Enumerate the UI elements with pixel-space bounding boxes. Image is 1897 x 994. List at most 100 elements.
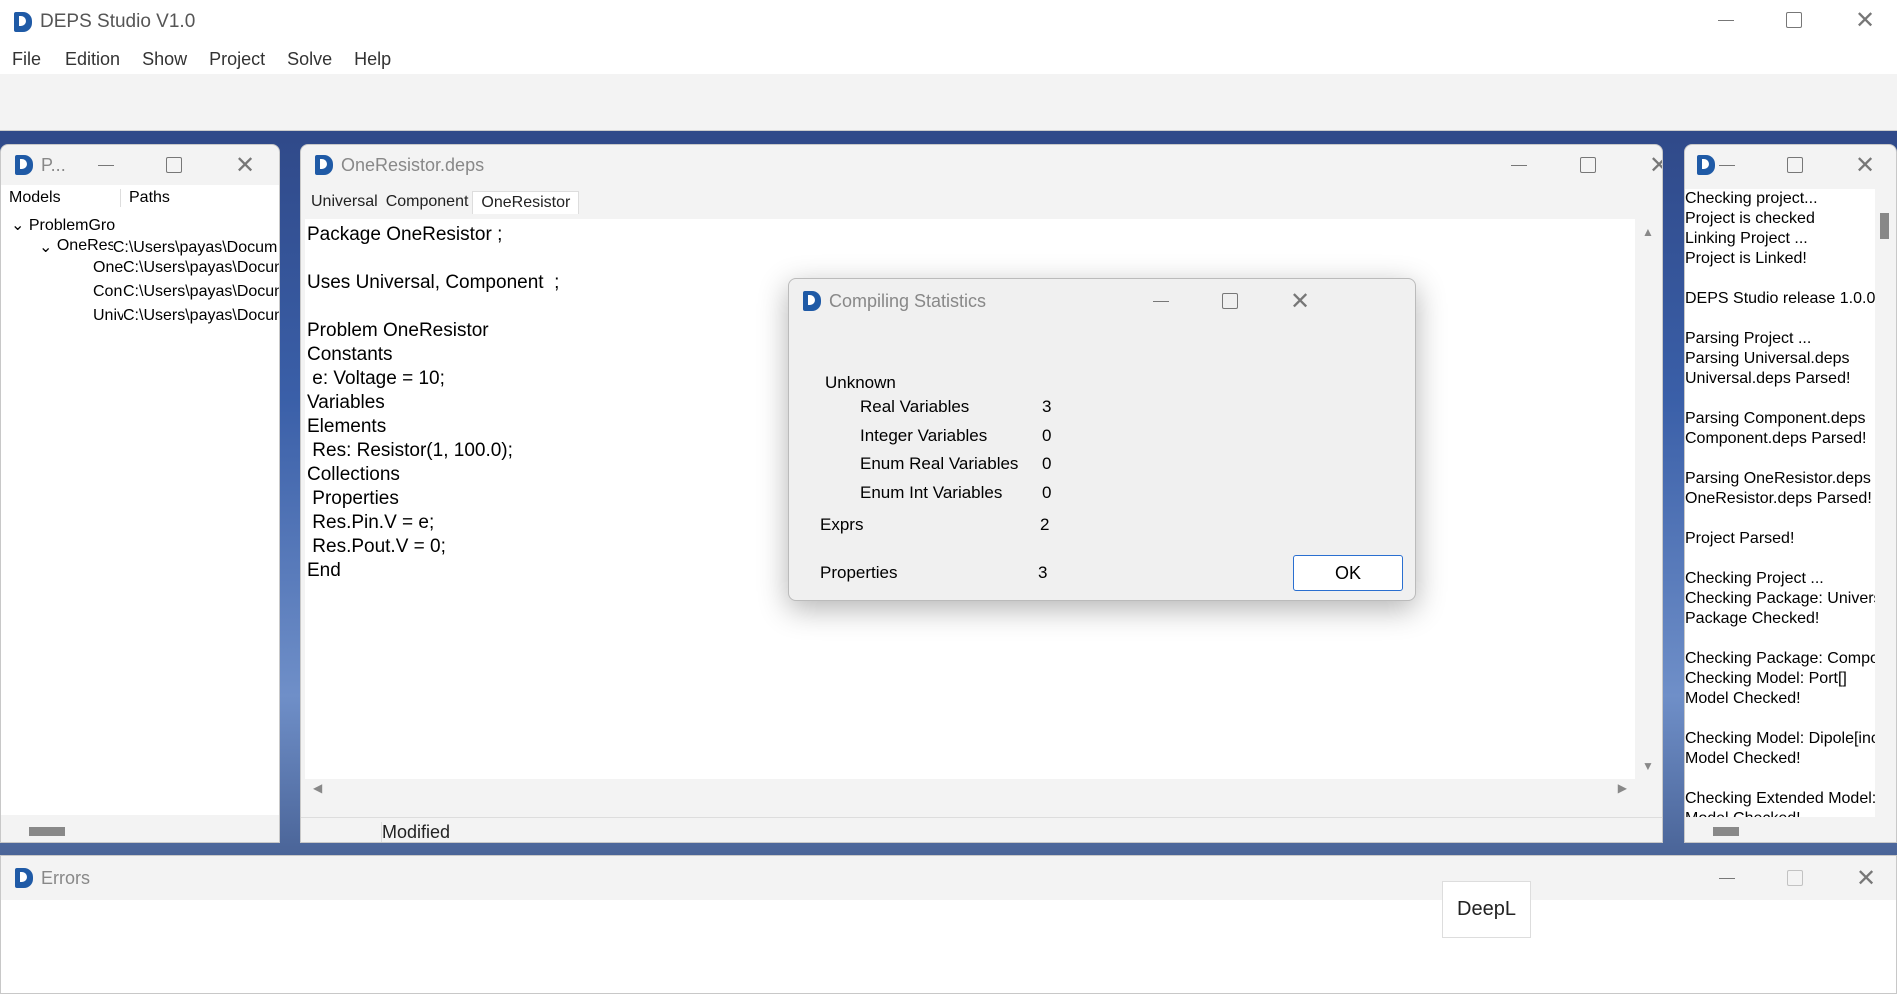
maximize-button[interactable] — [144, 145, 204, 185]
errors-titlebar: Errors ✕ — [1, 856, 1896, 900]
console-line: Parsing Universal.deps — [1685, 350, 1850, 367]
horizontal-scrollbar[interactable] — [1713, 827, 1739, 836]
console-line: Checking Model: Port[] — [1685, 670, 1847, 687]
console-line: Checking Extended Model: — [1685, 790, 1875, 807]
properties-label: Properties — [820, 563, 898, 582]
minimize-button[interactable] — [1696, 0, 1756, 40]
column-paths[interactable]: Paths — [121, 189, 170, 207]
editor-title: OneResistor.deps — [341, 154, 485, 175]
minimize-button[interactable] — [76, 145, 136, 185]
console-output: Checking project... Project is checked Lin… — [1685, 189, 1875, 817]
tree-item[interactable]: UnivC:\Users\payas\Docum — [93, 307, 279, 325]
horizontal-scrollbar[interactable]: ◀ ▶ — [305, 781, 1635, 799]
console-line: Checking Model: Dipole[inc — [1685, 730, 1875, 747]
close-button[interactable]: ✕ — [215, 145, 275, 185]
project-title: P... — [41, 154, 66, 175]
maximize-button[interactable] — [1200, 279, 1260, 323]
deps-logo-icon — [14, 12, 32, 32]
console-line: Model Checked! — [1685, 809, 1875, 817]
close-button[interactable]: ✕ — [1836, 856, 1896, 900]
menu-file[interactable]: File — [12, 49, 41, 70]
chevron-down-icon[interactable]: ⌄ — [11, 217, 24, 234]
project-titlebar: P... ✕ — [1, 145, 279, 185]
tab-universal[interactable]: Universal — [307, 191, 382, 214]
app-title: DEPS Studio V1.0 — [40, 11, 196, 32]
tab-component[interactable]: Component — [382, 191, 473, 214]
minimize-button[interactable] — [1697, 856, 1757, 900]
menu-edition[interactable]: Edition — [65, 49, 120, 70]
close-button[interactable]: ✕ — [1835, 145, 1895, 185]
errors-window: Errors ✕ — [0, 855, 1897, 994]
tree-item[interactable]: ⌄ ProblemGro — [11, 215, 115, 235]
menu-help[interactable]: Help — [354, 49, 391, 70]
compiling-statistics-dialog: Compiling Statistics ✕ Unknown Real Vari… — [788, 278, 1416, 601]
stat-label: Integer Variables — [860, 425, 988, 445]
console-line: Package Checked! — [1685, 610, 1820, 627]
console-line: Checking Package: Univers — [1685, 590, 1875, 607]
console-line: Checking Package: Compo — [1685, 650, 1875, 667]
console-line: Checking Project ... — [1685, 570, 1824, 587]
menu-show[interactable]: Show — [142, 49, 187, 70]
menu-solve[interactable]: Solve — [287, 49, 332, 70]
tree-header: Models Paths — [1, 185, 279, 211]
tree-item[interactable]: ConC:\Users\payas\Docum — [93, 283, 279, 301]
unknown-label: Unknown — [825, 373, 896, 392]
tree-item[interactable]: OneC:\Users\payas\Docum — [93, 259, 279, 277]
editor-tabs: Universal Component OneResistor — [307, 191, 580, 214]
stat-value: 0 — [1042, 454, 1052, 473]
horizontal-scrollbar[interactable] — [29, 827, 65, 836]
project-tree: Models Paths ⌄ ProblemGro ⌄ OneResC:\Use… — [1, 185, 279, 815]
maximize-button[interactable] — [1558, 145, 1618, 185]
stat-label: Enum Int Variables — [860, 482, 1003, 502]
maximize-button[interactable] — [1764, 0, 1824, 40]
main-window: DEPS Studio V1.0 ✕ File Edition Show Pro… — [0, 0, 1897, 131]
console-titlebar: ✕ — [1685, 145, 1896, 185]
console-line: OneResistor.deps Parsed! — [1685, 490, 1872, 507]
column-models[interactable]: Models — [1, 189, 121, 207]
menu-project[interactable]: Project — [209, 49, 265, 70]
stat-value: 0 — [1042, 425, 1052, 445]
deps-logo-icon — [15, 155, 33, 175]
console-line: Parsing Project ... — [1685, 330, 1812, 347]
console-line: Project is checked — [1685, 210, 1815, 227]
console-line: Universal.deps Parsed! — [1685, 370, 1851, 387]
console-line: Parsing Component.deps — [1685, 410, 1866, 427]
tab-oneresistor[interactable]: OneResistor — [472, 191, 580, 214]
chevron-down-icon[interactable]: ⌄ — [39, 239, 52, 256]
stat-value: 0 — [1042, 482, 1052, 502]
stat-value: 3 — [1042, 397, 1052, 416]
vertical-scrollbar[interactable]: ▲ ▼ — [1637, 219, 1659, 779]
vertical-scrollbar[interactable] — [1880, 213, 1889, 239]
tree-item[interactable]: ⌄ OneResC:\Users\payas\Docum — [39, 237, 279, 257]
stat-label: Enum Real Variables — [860, 454, 1019, 473]
console-line: Linking Project ... — [1685, 230, 1808, 247]
exprs-value: 2 — [1040, 515, 1050, 534]
code-line: Package OneResistor ; — [307, 224, 503, 245]
deepl-button[interactable]: DeepL — [1442, 881, 1531, 938]
ok-button[interactable]: OK — [1293, 555, 1403, 591]
dialog-title: Compiling Statistics — [829, 290, 987, 311]
errors-list — [1, 900, 1896, 993]
minimize-button[interactable] — [1131, 279, 1191, 323]
close-button[interactable]: ✕ — [1835, 0, 1895, 40]
deps-logo-icon — [803, 291, 821, 311]
editor-titlebar: OneResistor.deps ✕ — [301, 145, 1662, 185]
console-line: DEPS Studio release 1.0.0 — [1685, 290, 1875, 307]
close-button[interactable]: ✕ — [1270, 279, 1330, 323]
properties-value: 3 — [1038, 563, 1048, 582]
maximize-button[interactable] — [1765, 856, 1825, 900]
close-button[interactable]: ✕ — [1629, 145, 1662, 185]
minimize-button[interactable] — [1489, 145, 1549, 185]
maximize-button[interactable] — [1765, 145, 1825, 185]
minimize-button[interactable] — [1697, 145, 1757, 185]
console-line: Project is Linked! — [1685, 250, 1807, 267]
console-line: Checking project... — [1685, 190, 1818, 207]
console-line: Model Checked! — [1685, 750, 1801, 767]
